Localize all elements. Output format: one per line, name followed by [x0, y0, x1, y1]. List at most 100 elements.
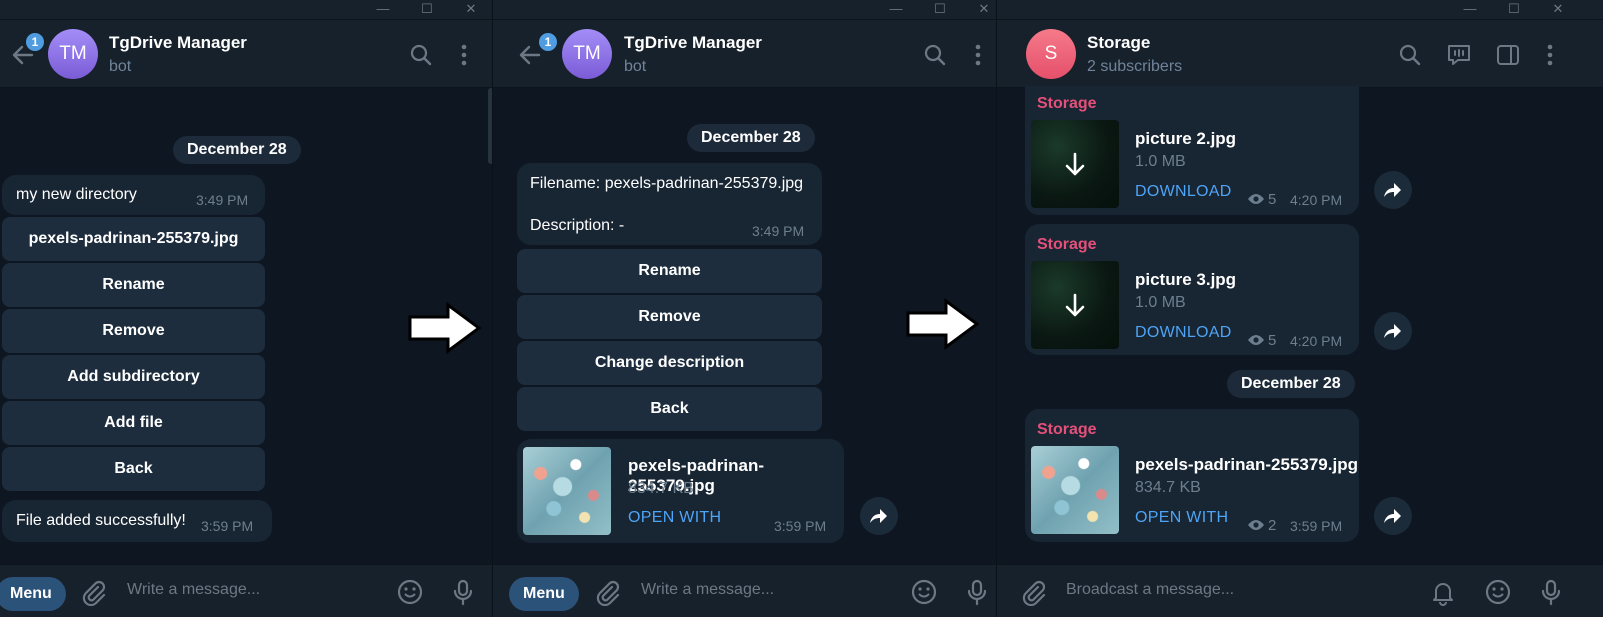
- message-time: 3:49 PM: [196, 192, 249, 208]
- chat-subtitle: bot: [624, 58, 647, 75]
- minimize-icon[interactable]: —: [376, 2, 390, 16]
- chat-title[interactable]: TgDrive Manager: [624, 33, 762, 53]
- file-name: picture 3.jpg: [1135, 270, 1237, 289]
- download-link[interactable]: DOWNLOAD: [1135, 324, 1232, 342]
- open-with-link[interactable]: OPEN WITH: [1135, 509, 1228, 527]
- share-icon: [870, 509, 887, 523]
- message-composer: Menu Write a message...: [493, 564, 996, 617]
- minimize-icon[interactable]: —: [1463, 2, 1477, 16]
- channel-post: Storage pexels-padrinan-255379.jpg 834.7…: [1025, 409, 1359, 542]
- share-button[interactable]: [1374, 497, 1412, 535]
- paperclip-icon[interactable]: [593, 578, 621, 606]
- close-icon[interactable]: ✕: [1551, 2, 1565, 16]
- file-thumbnail[interactable]: [1031, 120, 1119, 208]
- message-time: 4:20 PM: [1290, 192, 1343, 208]
- download-link[interactable]: DOWNLOAD: [1135, 183, 1232, 201]
- file-size: 1.0 MB: [1135, 294, 1186, 311]
- microphone-icon[interactable]: [1537, 578, 1565, 606]
- unread-badge: 1: [24, 31, 46, 53]
- open-with-link[interactable]: OPEN WITH: [628, 509, 721, 527]
- file-size: 834.7 KB: [1135, 479, 1201, 496]
- close-icon[interactable]: ✕: [977, 2, 991, 16]
- avatar[interactable]: S: [1026, 29, 1076, 79]
- file-thumbnail[interactable]: [523, 447, 611, 535]
- change-description-button[interactable]: Change description: [517, 341, 822, 385]
- minimize-icon[interactable]: —: [889, 2, 903, 16]
- right-arrow-icon: [408, 302, 482, 354]
- chat-title[interactable]: TgDrive Manager: [109, 33, 247, 53]
- views-icon: [1248, 194, 1264, 204]
- avatar[interactable]: TM: [562, 29, 612, 79]
- channel-name[interactable]: Storage: [1037, 421, 1097, 439]
- views-icon: [1248, 335, 1264, 345]
- message-text: File added successfully!: [16, 512, 186, 529]
- broadcast-input[interactable]: Broadcast a message...: [1066, 581, 1234, 599]
- message-input[interactable]: Write a message...: [641, 581, 774, 599]
- message-bubble: File added successfully! 3:59 PM: [2, 500, 272, 542]
- window-titlebar: — ☐ ✕: [997, 0, 1603, 20]
- live-stream-icon[interactable]: [1446, 42, 1472, 68]
- chat-title[interactable]: Storage: [1087, 33, 1150, 53]
- message-time: 3:49 PM: [752, 223, 805, 239]
- emoji-icon[interactable]: [1484, 578, 1512, 606]
- paperclip-icon[interactable]: [1019, 578, 1047, 606]
- rename-button[interactable]: Rename: [517, 249, 822, 293]
- views-count: 2: [1268, 517, 1277, 534]
- chat-subtitle: 2 subscribers: [1087, 58, 1183, 75]
- file-button[interactable]: pexels-padrinan-255379.jpg: [2, 217, 265, 261]
- maximize-icon[interactable]: ☐: [933, 2, 947, 16]
- channel-name[interactable]: Storage: [1037, 95, 1097, 113]
- file-thumbnail[interactable]: [1031, 261, 1119, 349]
- add-file-button[interactable]: Add file: [2, 401, 265, 445]
- add-subdirectory-button[interactable]: Add subdirectory: [2, 355, 265, 399]
- more-icon[interactable]: [965, 42, 991, 68]
- back-button[interactable]: Back: [2, 447, 265, 491]
- views-count: 5: [1268, 191, 1277, 208]
- file-name: pexels-padrinan-255379.jpg: [1135, 455, 1358, 474]
- microphone-icon[interactable]: [449, 578, 477, 606]
- search-icon[interactable]: [408, 42, 434, 68]
- emoji-icon[interactable]: [396, 578, 424, 606]
- maximize-icon[interactable]: ☐: [1507, 2, 1521, 16]
- menu-button[interactable]: Menu: [0, 577, 66, 611]
- back-button[interactable]: Back: [517, 387, 822, 431]
- search-icon[interactable]: [1397, 42, 1423, 68]
- share-icon: [1384, 183, 1401, 197]
- bell-icon[interactable]: [1429, 578, 1457, 606]
- microphone-icon[interactable]: [963, 578, 991, 606]
- share-button[interactable]: [860, 497, 898, 535]
- avatar[interactable]: TM: [48, 29, 98, 79]
- channel-name[interactable]: Storage: [1037, 236, 1097, 254]
- paperclip-icon[interactable]: [79, 578, 107, 606]
- close-icon[interactable]: ✕: [464, 2, 478, 16]
- download-arrow-icon[interactable]: [1065, 293, 1085, 319]
- remove-button[interactable]: Remove: [2, 309, 265, 353]
- file-message: pexels-padrinan-255379.jpg 834.7 KB OPEN…: [517, 439, 844, 543]
- search-icon[interactable]: [922, 42, 948, 68]
- channel-post: Storage picture 2.jpg 1.0 MB DOWNLOAD 5 …: [1025, 86, 1359, 215]
- more-icon[interactable]: [1537, 42, 1563, 68]
- views-count: 5: [1268, 332, 1277, 349]
- download-arrow-icon[interactable]: [1065, 152, 1085, 178]
- rename-button[interactable]: Rename: [2, 263, 265, 307]
- right-arrow-icon: [906, 298, 980, 350]
- unread-badge: 1: [537, 31, 559, 53]
- date-separator: December 28: [173, 136, 301, 164]
- maximize-icon[interactable]: ☐: [420, 2, 434, 16]
- share-button[interactable]: [1374, 171, 1412, 209]
- message-text: my new directory: [16, 186, 137, 203]
- sidebar-toggle-icon[interactable]: [1495, 42, 1521, 68]
- more-icon[interactable]: [451, 42, 477, 68]
- emoji-icon[interactable]: [910, 578, 938, 606]
- file-size: 834.7 KB: [628, 480, 694, 497]
- message-composer: Menu Write a message...: [0, 564, 492, 617]
- window-titlebar: — ☐ ✕: [0, 0, 492, 20]
- message-input[interactable]: Write a message...: [127, 581, 260, 599]
- remove-button[interactable]: Remove: [517, 295, 822, 339]
- message-bubble: my new directory 3:49 PM: [2, 175, 265, 215]
- menu-button[interactable]: Menu: [509, 577, 579, 611]
- message-filename: Filename: pexels-padrinan-255379.jpg: [530, 175, 804, 192]
- file-thumbnail[interactable]: [1031, 446, 1119, 534]
- message-time: 3:59 PM: [201, 518, 254, 534]
- share-button[interactable]: [1374, 312, 1412, 350]
